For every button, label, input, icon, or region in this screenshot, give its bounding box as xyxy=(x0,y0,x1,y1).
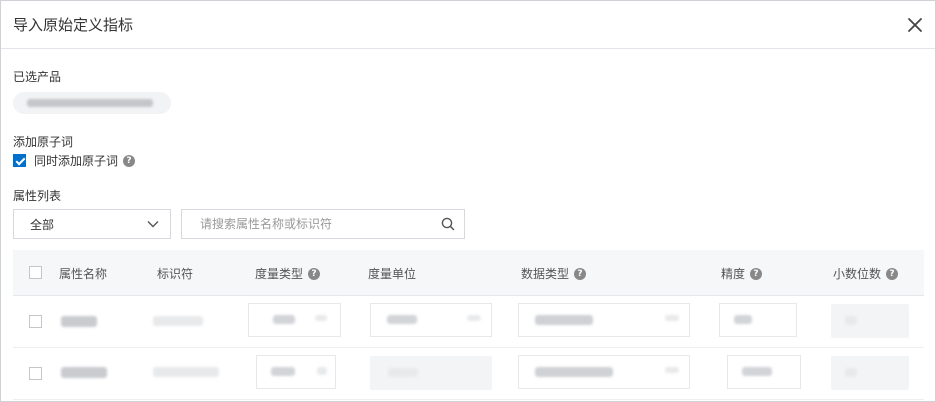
table-row[interactable] xyxy=(13,296,924,348)
column-measure-type: 度量类型? xyxy=(255,265,321,282)
attribute-filter-select[interactable]: 全部 xyxy=(13,209,171,239)
row-checkbox[interactable] xyxy=(29,315,42,328)
decimal-places-input[interactable] xyxy=(831,356,909,390)
row-checkbox[interactable] xyxy=(29,367,42,380)
close-icon[interactable] xyxy=(905,15,925,35)
column-attribute-name: 属性名称 xyxy=(59,267,108,281)
import-metrics-dialog: 导入原始定义指标 已选产品 添加原子词 同时添加原子词 ? 属性列表 全部 属性… xyxy=(0,0,936,402)
attribute-name-redacted xyxy=(61,367,107,378)
column-data-type: 数据类型? xyxy=(521,265,587,282)
column-measure-unit: 度量单位 xyxy=(368,267,417,281)
column-decimal-places: 小数位数? xyxy=(833,265,899,282)
decimal-places-input[interactable] xyxy=(831,304,909,338)
product-name-redacted xyxy=(27,99,153,107)
data-type-select[interactable] xyxy=(518,355,690,389)
dialog-header: 导入原始定义指标 xyxy=(1,1,935,49)
attribute-name-redacted xyxy=(61,316,97,327)
add-atom-words-checkbox[interactable] xyxy=(13,154,26,167)
search-icon[interactable] xyxy=(440,216,456,232)
attribute-search-input[interactable] xyxy=(198,210,440,238)
attribute-search-box xyxy=(181,209,465,239)
identifier-redacted xyxy=(153,316,203,326)
table-row[interactable] xyxy=(13,348,924,400)
selected-product-tag xyxy=(13,92,171,114)
precision-input[interactable] xyxy=(719,303,797,337)
attribute-table-header: 属性名称 标识符 度量类型? 度量单位 数据类型? 精度? 小数位数? xyxy=(13,250,924,296)
help-icon[interactable]: ? xyxy=(308,267,321,280)
help-icon[interactable]: ? xyxy=(750,267,763,280)
measure-unit-select[interactable] xyxy=(370,356,492,390)
selected-product-label: 已选产品 xyxy=(13,70,62,84)
help-icon[interactable]: ? xyxy=(123,154,136,167)
help-icon[interactable]: ? xyxy=(574,267,587,280)
precision-input[interactable] xyxy=(727,355,801,389)
add-atom-words-option[interactable]: 同时添加原子词 ? xyxy=(13,152,136,169)
attribute-list-label: 属性列表 xyxy=(13,189,62,203)
data-type-select[interactable] xyxy=(518,303,690,337)
add-atom-words-label: 添加原子词 xyxy=(13,135,74,149)
column-identifier: 标识符 xyxy=(157,267,194,281)
chevron-down-icon xyxy=(147,221,159,228)
identifier-redacted xyxy=(153,367,219,377)
select-all-checkbox[interactable] xyxy=(29,266,42,279)
help-icon[interactable]: ? xyxy=(886,267,899,280)
attribute-filter-value: 全部 xyxy=(30,217,55,232)
measure-unit-select[interactable] xyxy=(370,303,492,337)
add-atom-words-checkbox-label: 同时添加原子词 xyxy=(34,154,119,168)
dialog-title: 导入原始定义指标 xyxy=(13,16,134,34)
column-precision: 精度? xyxy=(721,265,763,282)
measure-type-select[interactable] xyxy=(248,303,341,337)
measure-type-select[interactable] xyxy=(256,355,336,389)
